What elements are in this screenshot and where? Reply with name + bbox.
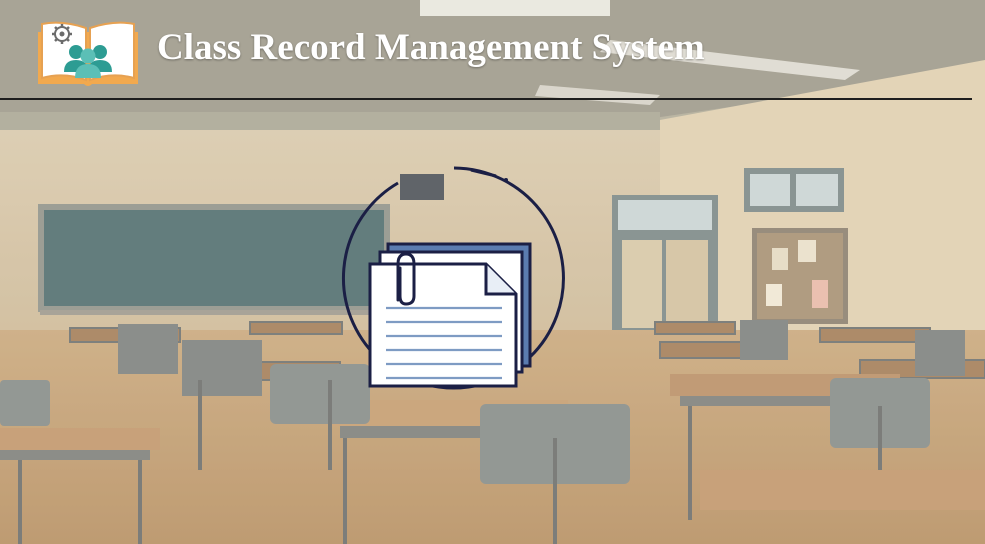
app-title: Class Record Management System bbox=[157, 27, 705, 68]
documents-with-paperclip-icon bbox=[341, 166, 565, 390]
app-header: Class Record Management System bbox=[0, 0, 985, 100]
open-book-people-gear-icon bbox=[38, 21, 138, 86]
header-divider bbox=[0, 98, 972, 100]
